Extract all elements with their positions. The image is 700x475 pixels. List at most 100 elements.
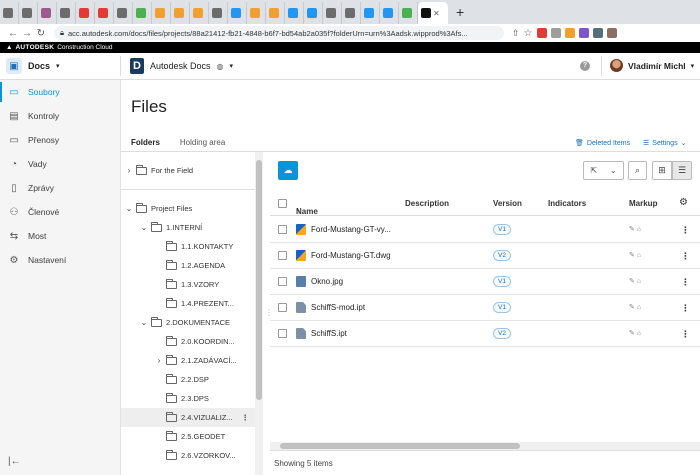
browser-tab[interactable] [95, 2, 114, 24]
browser-tab[interactable] [152, 2, 171, 24]
row-checkbox[interactable] [278, 303, 287, 312]
sidebar-item-zprávy[interactable]: ▯ Zprávy [0, 176, 120, 200]
table-row[interactable]: SchiffS.ipt V2 ✎ ⌂ ⋮ [270, 321, 700, 347]
sidebar-item-kontroly[interactable]: ▤ Kontroly [0, 104, 120, 128]
column-indicators[interactable]: Indicators [548, 199, 586, 208]
close-tab-icon[interactable]: ✕ [433, 9, 440, 18]
markup-icon[interactable]: ✎ ⌂ [629, 277, 641, 285]
chevron-down-icon[interactable]: ⌄ [140, 318, 148, 327]
browser-tab-active[interactable]: ✕ [418, 2, 448, 24]
sidebar-item-přenosy[interactable]: ▭ Přenosy [0, 128, 120, 152]
folder-tree-item[interactable]: 1.1.KONTAKTY [121, 237, 255, 256]
browser-tab[interactable] [304, 2, 323, 24]
browser-tab[interactable] [76, 2, 95, 24]
row-menu-icon[interactable]: ⋮ [681, 329, 690, 340]
browser-tab[interactable] [399, 2, 418, 24]
folder-tree-item[interactable]: 1.4.PREZENT... [121, 294, 255, 313]
url-field[interactable]: 🔒︎ acc.autodesk.com/docs/files/projects/… [54, 26, 504, 40]
browser-tab[interactable] [247, 2, 266, 24]
extension-icon[interactable] [550, 28, 561, 38]
file-name[interactable]: SchiffS.ipt [311, 329, 347, 338]
row-menu-icon[interactable]: ⋮ [681, 225, 690, 236]
back-icon[interactable]: ← [6, 28, 20, 39]
settings-menu[interactable]: ☰ Settings ⌄ [643, 139, 686, 148]
scrollbar-thumb[interactable] [256, 160, 262, 400]
browser-tab[interactable] [342, 2, 361, 24]
folder-tree-item[interactable]: 2.2.DSP [121, 370, 255, 389]
row-menu-icon[interactable]: ⋮ [681, 277, 690, 288]
extension-icon[interactable] [606, 28, 617, 38]
browser-tab[interactable] [171, 2, 190, 24]
browser-tab[interactable] [380, 2, 399, 24]
markup-icon[interactable]: ✎ ⌂ [629, 225, 641, 233]
browser-tab[interactable] [133, 2, 152, 24]
folder-tree-item[interactable]: ⌄ 2.DOKUMENTACE [121, 313, 255, 332]
browser-tab[interactable] [19, 2, 38, 24]
version-badge[interactable]: V1 [493, 302, 511, 313]
browser-tab[interactable] [38, 2, 57, 24]
folder-tree-item[interactable]: 2.3.DPS [121, 389, 255, 408]
browser-tab[interactable] [190, 2, 209, 24]
file-name[interactable]: Ford-Mustang-GT.dwg [311, 251, 391, 260]
select-all-checkbox[interactable] [278, 199, 287, 208]
markup-icon[interactable]: ✎ ⌂ [629, 303, 641, 311]
scrollbar-thumb[interactable] [280, 443, 520, 449]
browser-tab[interactable] [114, 2, 133, 24]
sidebar-item-nastavení[interactable]: ⚙ Nastavení [0, 248, 120, 272]
version-badge[interactable]: V2 [493, 250, 511, 261]
markup-icon[interactable]: ✎ ⌂ [629, 329, 641, 337]
browser-tab[interactable] [228, 2, 247, 24]
sidebar-item-členové[interactable]: ⚇ Členové [0, 200, 120, 224]
table-row[interactable]: Ford-Mustang-GT.dwg V2 ✎ ⌂ ⋮ [270, 243, 700, 269]
row-checkbox[interactable] [278, 251, 287, 260]
project-switcher[interactable]: D Autodesk Docs ◍ ▾ [130, 58, 233, 74]
forward-icon[interactable]: → [20, 28, 34, 39]
version-badge[interactable]: V1 [493, 276, 511, 287]
browser-tab[interactable] [361, 2, 380, 24]
sidebar-item-vady[interactable]: ◔ Vady [0, 152, 120, 176]
grid-view-button[interactable]: ⊞ [652, 161, 672, 180]
sidebar-item-most[interactable]: ⇆ Most [0, 224, 120, 248]
upload-button[interactable]: ☁ [278, 161, 298, 180]
collapse-sidebar-icon[interactable]: |← [8, 456, 21, 467]
browser-tab[interactable] [209, 2, 228, 24]
file-name[interactable]: Ford-Mustang-GT-vy... [311, 225, 391, 234]
help-icon[interactable]: ? [580, 61, 590, 71]
folder-tree-item[interactable]: ⌄ 1.INTERNÍ [121, 218, 255, 237]
extension-icon[interactable] [564, 28, 575, 38]
folder-tree-item[interactable]: 2.6.VZORKOV... [121, 446, 255, 465]
chevron-down-icon[interactable]: ⌄ [125, 204, 133, 213]
file-name[interactable]: Okno.jpg [311, 277, 343, 286]
folder-tree-item[interactable]: › For the Field [121, 161, 255, 180]
markup-icon[interactable]: ✎ ⌂ [629, 251, 641, 259]
browser-tab[interactable] [57, 2, 76, 24]
folder-tree-item[interactable]: 2.4.VIZUALIZ... ⋮ [121, 408, 255, 427]
extension-icon[interactable] [536, 28, 547, 38]
product-switcher[interactable]: ▣ Docs ▾ [6, 58, 60, 74]
export-dropdown[interactable]: ⇱ ⌄ [583, 161, 624, 180]
folder-tree-item[interactable]: 2.5.GEODET [121, 427, 255, 446]
list-view-button[interactable]: ☰ [672, 161, 692, 180]
browser-tab[interactable] [0, 2, 19, 24]
folder-tree-item[interactable]: 2.0.KOORDIN... [121, 332, 255, 351]
table-row[interactable]: Okno.jpg V1 ✎ ⌂ ⋮ [270, 269, 700, 295]
row-menu-icon[interactable]: ⋮ [681, 251, 690, 262]
table-scrollbar[interactable] [270, 442, 700, 450]
browser-tab[interactable] [285, 2, 304, 24]
column-description[interactable]: Description [405, 199, 449, 208]
browser-tab[interactable] [323, 2, 342, 24]
row-menu-icon[interactable]: ⋮ [681, 303, 690, 314]
star-icon[interactable]: ☆ [524, 28, 533, 39]
browser-tab[interactable] [266, 2, 285, 24]
new-tab-icon[interactable]: + [456, 4, 464, 20]
extension-icon[interactable] [592, 28, 603, 38]
row-checkbox[interactable] [278, 225, 287, 234]
chevron-right-icon[interactable]: › [155, 356, 163, 365]
version-badge[interactable]: V2 [493, 328, 511, 339]
row-checkbox[interactable] [278, 329, 287, 338]
extension-icon[interactable] [578, 28, 589, 38]
search-button[interactable]: ⌕ [628, 161, 647, 180]
column-settings-icon[interactable]: ⚙ [679, 197, 688, 208]
chevron-down-icon[interactable]: ⌄ [140, 223, 148, 232]
folder-tree-item[interactable]: ⌄ Project Files [121, 199, 255, 218]
